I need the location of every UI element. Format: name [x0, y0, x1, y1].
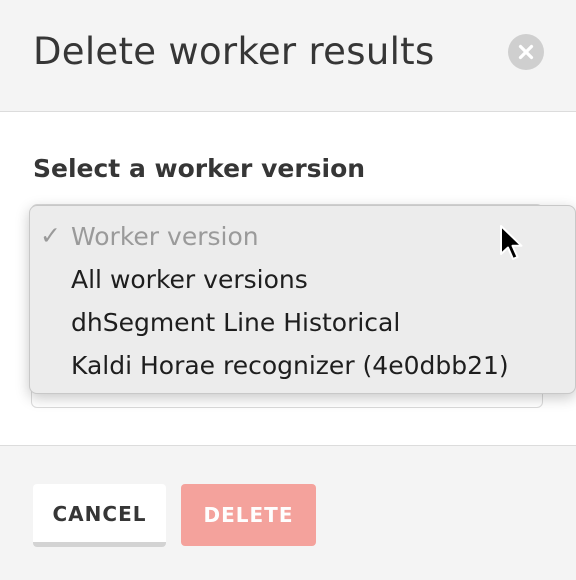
option-label: All worker versions	[71, 265, 308, 294]
option-label: Kaldi Horae recognizer (4e0dbb21)	[71, 351, 509, 380]
mouse-pointer-icon	[500, 225, 523, 260]
dropdown-option-worker-version[interactable]: ✓ Worker version	[30, 215, 575, 258]
modal-footer: CANCEL DELETE	[0, 446, 576, 580]
worker-version-label: Select a worker version	[33, 154, 366, 183]
dropdown-option-kaldi-horae[interactable]: Kaldi Horae recognizer (4e0dbb21)	[30, 344, 575, 387]
cancel-button[interactable]: CANCEL	[33, 484, 166, 547]
worker-version-dropdown[interactable]: ✓ Worker version All worker versions dhS…	[29, 205, 576, 394]
close-icon	[518, 44, 534, 60]
option-label: Worker version	[71, 222, 259, 251]
delete-button[interactable]: DELETE	[181, 484, 316, 546]
modal-title: Delete worker results	[33, 30, 435, 73]
modal-header: Delete worker results	[0, 0, 576, 112]
dropdown-option-all-worker-versions[interactable]: All worker versions	[30, 258, 575, 301]
option-label: dhSegment Line Historical	[71, 308, 401, 337]
dropdown-option-dhsegment[interactable]: dhSegment Line Historical	[30, 301, 575, 344]
close-button[interactable]	[508, 34, 544, 70]
checkmark-icon: ✓	[40, 221, 61, 250]
delete-worker-results-modal: Delete worker results Select a worker ve…	[0, 0, 576, 580]
